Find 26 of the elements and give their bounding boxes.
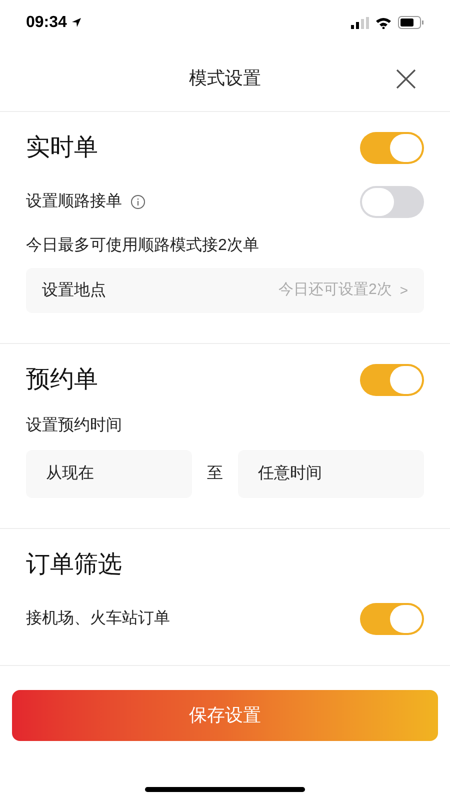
setting-label: 接机场、火车站订单 [26, 608, 170, 629]
signal-icon [351, 16, 369, 28]
row-label: 设置地点 [42, 280, 106, 300]
toggle-switch[interactable] [360, 603, 424, 635]
toggle-switch[interactable] [360, 364, 424, 396]
location-row[interactable]: 设置地点 今日还可设置2次 > [26, 268, 424, 313]
wifi-icon [375, 16, 392, 28]
end-time-field[interactable]: 任意时间 [238, 450, 424, 498]
page-title: 模式设置 [189, 66, 261, 90]
remaining-count: 今日还可设置2次 [278, 280, 392, 300]
hint-text: 今日最多可使用顺路模式接2次单 [26, 236, 260, 256]
battery-icon [398, 16, 424, 29]
section-heading: 订单筛选 [26, 550, 122, 580]
toggle-switch[interactable] [360, 132, 424, 164]
section-heading: 预约单 [26, 365, 98, 395]
close-icon[interactable] [396, 69, 416, 89]
separator-text: 至 [206, 464, 224, 484]
status-time: 09:34 [26, 12, 67, 32]
hint-text: 设置预约时间 [26, 416, 123, 436]
start-time-field[interactable]: 从现在 [26, 450, 192, 498]
toggle-switch[interactable] [360, 186, 424, 218]
section-heading: 实时单 [26, 133, 98, 163]
chevron-icon: > [400, 280, 408, 301]
setting-label: 设置顺路接单 [26, 192, 122, 212]
info-icon[interactable] [130, 194, 146, 210]
location-arrow-icon [70, 17, 82, 28]
